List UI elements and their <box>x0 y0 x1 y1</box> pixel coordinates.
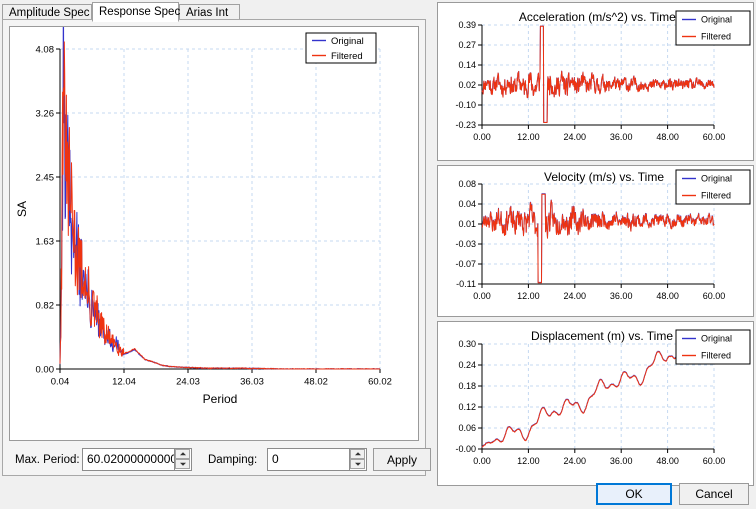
apply-label: Apply <box>386 452 418 467</box>
svg-text:0.24: 0.24 <box>458 360 476 370</box>
svg-text:0.04: 0.04 <box>458 199 476 209</box>
max-period-value: 60.02000000000 <box>87 452 178 466</box>
max-period-label: Max. Period: <box>15 454 80 466</box>
displacement-svg: 0.00 12.00 24.00 36.00 48.00 60.00 -0.00 0.06 0.… <box>455 329 751 466</box>
svg-text:0.00: 0.00 <box>36 364 55 375</box>
displacement-panel: 0.00 12.00 24.00 36.00 48.00 60.00 -0.00 0.06 0.… <box>437 321 754 486</box>
svg-text:12.00: 12.00 <box>517 456 540 466</box>
damping-decrement[interactable] <box>350 459 365 469</box>
svg-text:Filtered: Filtered <box>701 191 731 201</box>
svg-text:0.00: 0.00 <box>473 132 491 142</box>
svg-text:-0.00: -0.00 <box>455 444 476 454</box>
tab-label: Response Spec <box>99 6 181 18</box>
svg-text:48.00: 48.00 <box>656 132 679 142</box>
cancel-label: Cancel <box>695 487 733 501</box>
response-spectrum-chart: 0.04 12.04 24.03 36.03 48.02 60.02 0.00 0.82 1.6… <box>9 26 419 441</box>
svg-text:0.01: 0.01 <box>458 219 476 229</box>
svg-text:-0.23: -0.23 <box>455 120 476 130</box>
ok-button[interactable]: OK <box>596 483 672 505</box>
svg-text:3.26: 3.26 <box>36 108 55 119</box>
apply-button[interactable]: Apply <box>373 448 431 471</box>
svg-text:0.27: 0.27 <box>458 40 476 50</box>
svg-text:24.00: 24.00 <box>564 291 587 301</box>
svg-text:SA: SA <box>15 201 29 217</box>
svg-text:0.08: 0.08 <box>458 179 476 189</box>
max-period-increment[interactable] <box>175 449 190 459</box>
svg-text:0.02: 0.02 <box>458 80 476 90</box>
svg-text:12.00: 12.00 <box>517 132 540 142</box>
tab-response-spec[interactable]: Response Spec <box>92 2 181 22</box>
svg-text:60.02: 60.02 <box>368 377 392 388</box>
svg-text:-0.11: -0.11 <box>456 279 476 289</box>
tab-label: Arias Int <box>186 7 229 19</box>
svg-text:Period: Period <box>203 392 238 406</box>
svg-text:0.82: 0.82 <box>36 300 55 311</box>
acceleration-panel: 0.00 12.00 24.00 36.00 48.00 60.00 -0.23 -0.10 0… <box>437 2 754 161</box>
svg-text:36.00: 36.00 <box>610 132 633 142</box>
svg-text:Original: Original <box>331 36 364 47</box>
svg-text:-0.03: -0.03 <box>455 239 476 249</box>
svg-text:24.03: 24.03 <box>176 377 200 388</box>
velocity-svg: 0.00 12.00 24.00 36.00 48.00 60.00 -0.11 -0.07 -… <box>455 169 751 301</box>
tab-label: Amplitude Spec <box>9 7 90 19</box>
svg-text:Original: Original <box>701 15 732 25</box>
cancel-button[interactable]: Cancel <box>679 483 749 505</box>
svg-text:Original: Original <box>701 174 732 184</box>
svg-text:Original: Original <box>701 334 732 344</box>
max-period-input[interactable]: 60.02000000000 <box>82 448 192 471</box>
svg-text:Displacement (m) vs. Time: Displacement (m) vs. Time <box>531 329 673 343</box>
ok-label: OK <box>625 487 643 501</box>
svg-text:60.00: 60.00 <box>703 291 726 301</box>
svg-text:-0.07: -0.07 <box>455 259 476 269</box>
time-series-column: 0.00 12.00 24.00 36.00 48.00 60.00 -0.23 -0.10 0… <box>437 2 754 486</box>
svg-text:1.63: 1.63 <box>36 236 55 247</box>
svg-text:Filtered: Filtered <box>701 32 731 42</box>
damping-label: Damping: <box>208 454 258 466</box>
svg-text:60.00: 60.00 <box>703 456 726 466</box>
tab-amplitude-spec[interactable]: Amplitude Spec <box>2 4 92 20</box>
response-spectrum-svg: 0.04 12.04 24.03 36.03 48.02 60.02 0.00 0.82 1.6… <box>15 27 392 406</box>
tabstrip: Amplitude Spec Response Spec Arias Int <box>2 2 425 22</box>
svg-text:36.00: 36.00 <box>610 291 633 301</box>
svg-text:12.00: 12.00 <box>517 291 540 301</box>
acceleration-svg: 0.00 12.00 24.00 36.00 48.00 60.00 -0.23 -0.10 0… <box>455 10 751 142</box>
svg-text:24.00: 24.00 <box>564 456 587 466</box>
svg-text:Acceleration (m/s^2) vs. Time: Acceleration (m/s^2) vs. Time (s <box>519 10 689 24</box>
svg-text:0.12: 0.12 <box>458 402 476 412</box>
response-spec-controls: Max. Period: 60.02000000000 Damping: 0 A… <box>9 448 431 472</box>
svg-text:48.00: 48.00 <box>656 456 679 466</box>
svg-text:0.04: 0.04 <box>51 377 70 388</box>
damping-value: 0 <box>272 452 279 466</box>
svg-text:36.03: 36.03 <box>240 377 264 388</box>
damping-increment[interactable] <box>350 449 365 459</box>
svg-text:0.00: 0.00 <box>473 456 491 466</box>
damping-stepper[interactable] <box>349 449 366 470</box>
svg-text:Velocity (m/s) vs. Time: Velocity (m/s) vs. Time <box>544 170 664 184</box>
svg-text:Filtered: Filtered <box>331 51 363 62</box>
svg-text:0.39: 0.39 <box>458 20 476 30</box>
max-period-decrement[interactable] <box>175 459 190 469</box>
svg-text:Filtered: Filtered <box>701 351 731 361</box>
svg-text:2.45: 2.45 <box>36 172 55 183</box>
svg-text:36.00: 36.00 <box>610 456 633 466</box>
svg-text:48.02: 48.02 <box>304 377 328 388</box>
damping-input[interactable]: 0 <box>267 448 367 471</box>
tab-arias-int[interactable]: Arias Int <box>179 4 240 20</box>
svg-text:12.04: 12.04 <box>112 377 136 388</box>
tab-page-response-spec: 0.04 12.04 24.03 36.03 48.02 60.02 0.00 0.82 1.6… <box>2 19 431 476</box>
svg-text:24.00: 24.00 <box>564 132 587 142</box>
svg-text:4.08: 4.08 <box>36 44 55 55</box>
svg-text:0.00: 0.00 <box>473 291 491 301</box>
svg-text:48.00: 48.00 <box>656 291 679 301</box>
svg-text:0.14: 0.14 <box>458 60 476 70</box>
svg-text:0.06: 0.06 <box>458 423 476 433</box>
svg-text:-0.10: -0.10 <box>455 100 476 110</box>
svg-text:0.30: 0.30 <box>458 339 476 349</box>
velocity-panel: 0.00 12.00 24.00 36.00 48.00 60.00 -0.11 -0.07 -… <box>437 165 754 317</box>
max-period-stepper[interactable] <box>174 449 191 470</box>
svg-text:0.18: 0.18 <box>458 381 476 391</box>
svg-text:60.00: 60.00 <box>703 132 726 142</box>
